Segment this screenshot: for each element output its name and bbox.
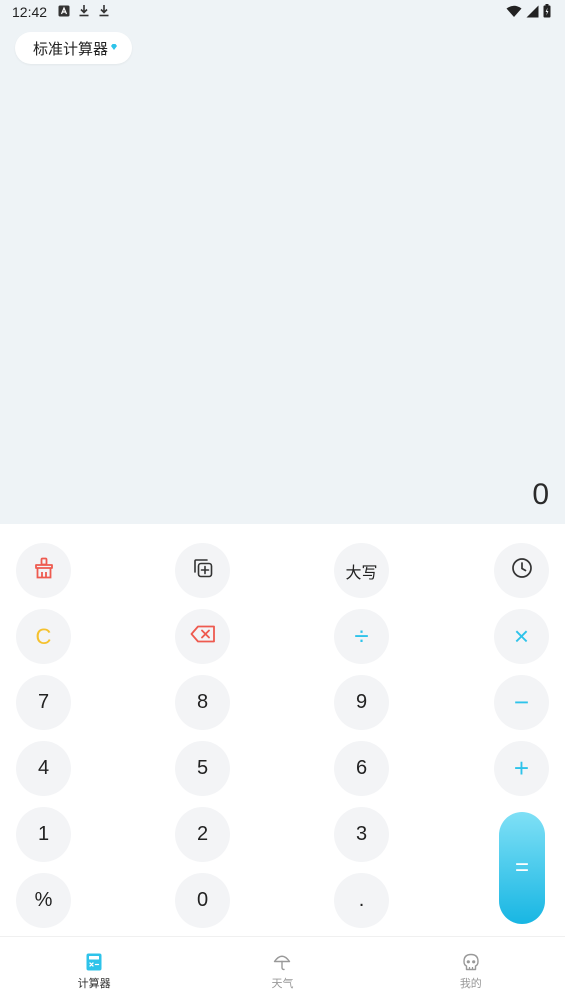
nav-tab-calculator-label: 计算器 <box>77 977 111 990</box>
keypad: 大写 C ÷ × 7 8 9 − 4 5 6 + 1 2 3 = % 0 . <box>0 524 565 936</box>
digit-4-button[interactable]: 4 <box>16 741 71 796</box>
bottom-nav: 计算器 天气 我的 <box>0 936 565 1005</box>
status-icons-left <box>58 4 110 21</box>
plus-button[interactable]: + <box>494 741 549 796</box>
minus-button[interactable]: − <box>494 675 549 730</box>
copy-icon <box>192 557 214 585</box>
history-icon <box>511 557 533 585</box>
download-icon <box>98 4 110 21</box>
calculator-icon <box>85 953 103 971</box>
profile-face-icon <box>462 953 480 971</box>
nav-tab-weather[interactable]: 天气 <box>188 937 376 1005</box>
backspace-icon <box>190 625 216 649</box>
multiply-button[interactable]: × <box>494 609 549 664</box>
clean-button[interactable] <box>16 543 71 598</box>
backspace-button[interactable] <box>175 609 230 664</box>
cell-signal-icon <box>526 5 539 22</box>
digit-7-button[interactable]: 7 <box>16 675 71 730</box>
mode-selector-chip[interactable]: 标准计算器 <box>15 32 133 64</box>
result-display: 0 <box>532 478 549 511</box>
wifi-icon <box>506 5 522 22</box>
digit-8-button[interactable]: 8 <box>175 675 230 730</box>
digit-6-button[interactable]: 6 <box>334 741 389 796</box>
percent-button[interactable]: % <box>16 873 71 928</box>
digit-5-button[interactable]: 5 <box>175 741 230 796</box>
clean-icon <box>33 557 55 585</box>
display-area: 标准计算器 0 <box>0 24 565 524</box>
digit-3-button[interactable]: 3 <box>334 807 389 862</box>
copy-button[interactable] <box>175 543 230 598</box>
uppercase-button[interactable]: 大写 <box>334 543 389 598</box>
status-icons-right <box>506 4 551 22</box>
a-app-icon <box>58 5 70 21</box>
nav-tab-mine-label: 我的 <box>459 977 482 990</box>
mode-diamond-icon <box>110 44 118 51</box>
status-time: 12:42 <box>12 4 48 20</box>
digit-2-button[interactable]: 2 <box>175 807 230 862</box>
mode-label: 标准计算器 <box>33 39 109 58</box>
decimal-point-button[interactable]: . <box>334 873 389 928</box>
nav-tab-mine[interactable]: 我的 <box>377 937 565 1005</box>
download-icon <box>78 4 90 21</box>
equals-button[interactable]: = <box>499 812 545 924</box>
nav-tab-calculator[interactable]: 计算器 <box>0 937 188 1005</box>
nav-tab-weather-label: 天气 <box>271 977 294 990</box>
umbrella-icon <box>273 953 291 971</box>
status-bar: 12:42 <box>0 0 565 24</box>
digit-0-button[interactable]: 0 <box>175 873 230 928</box>
digit-9-button[interactable]: 9 <box>334 675 389 730</box>
divide-button[interactable]: ÷ <box>334 609 389 664</box>
battery-icon <box>543 4 551 22</box>
history-button[interactable] <box>494 543 549 598</box>
clear-button[interactable]: C <box>16 609 71 664</box>
digit-1-button[interactable]: 1 <box>16 807 71 862</box>
